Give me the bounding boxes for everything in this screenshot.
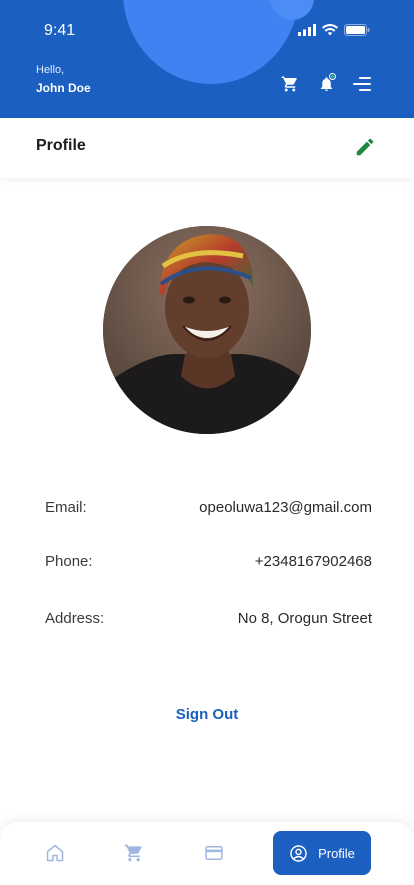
phone-value: +2348167902468 bbox=[254, 552, 372, 570]
nav-profile-label: Profile bbox=[318, 845, 355, 861]
profile-icon bbox=[290, 844, 307, 862]
notification-indicator bbox=[329, 73, 336, 80]
header-actions bbox=[280, 73, 372, 94]
home-icon bbox=[46, 844, 64, 862]
menu-button[interactable] bbox=[352, 74, 372, 94]
email-value: opeoluwa123@gmail.com bbox=[199, 498, 372, 516]
address-label: Address: bbox=[45, 609, 105, 627]
nav-payments[interactable] bbox=[203, 842, 225, 864]
menu-icon bbox=[353, 77, 371, 91]
profile-avatar bbox=[103, 226, 311, 434]
status-icons bbox=[298, 24, 370, 36]
wifi-icon bbox=[322, 24, 338, 36]
status-time: 9:41 bbox=[44, 22, 76, 39]
pencil-icon bbox=[356, 138, 374, 156]
email-label: Email: bbox=[45, 498, 87, 516]
battery-icon bbox=[344, 24, 370, 36]
nav-cart[interactable] bbox=[123, 842, 145, 864]
nav-profile[interactable]: Profile bbox=[273, 831, 371, 875]
nav-home[interactable] bbox=[44, 842, 66, 864]
address-row: Address: No 8, Orogun Street bbox=[45, 606, 372, 630]
address-value: No 8, Orogun Street bbox=[237, 609, 372, 627]
bottom-navigation: Profile bbox=[0, 822, 414, 885]
page-title-bar: Profile bbox=[0, 118, 414, 178]
phone-label: Phone: bbox=[45, 552, 93, 570]
cart-icon bbox=[124, 844, 142, 862]
sign-out-button[interactable]: Sign Out bbox=[0, 706, 414, 723]
phone-row: Phone: +2348167902468 bbox=[45, 549, 372, 573]
signal-icon bbox=[298, 24, 316, 36]
card-icon bbox=[205, 846, 223, 860]
cart-button[interactable] bbox=[280, 74, 300, 94]
greeting-text: Hello, bbox=[36, 64, 65, 76]
profile-photo bbox=[103, 226, 311, 434]
email-row: Email: opeoluwa123@gmail.com bbox=[45, 495, 372, 519]
user-name: John Doe bbox=[36, 81, 91, 95]
cart-icon bbox=[281, 76, 297, 92]
edit-profile-button[interactable] bbox=[354, 136, 376, 158]
app-header: 9:41 Hello, John Doe bbox=[0, 0, 414, 118]
notifications-button[interactable] bbox=[316, 73, 336, 94]
page-title: Profile bbox=[36, 137, 86, 154]
header-decoration-circle bbox=[123, 0, 299, 84]
